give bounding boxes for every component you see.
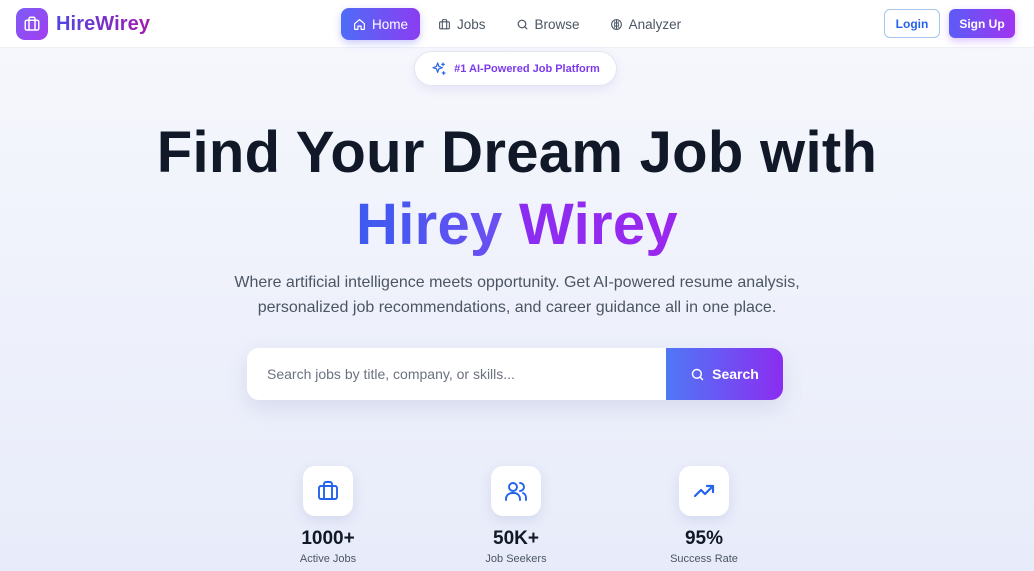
stat-label: Job Seekers [485,553,547,565]
brand-name: HireWirey [56,12,151,35]
nav-item-browse[interactable]: Browse [504,8,592,40]
briefcase-icon [16,8,48,40]
stat-success-rate: 95% Success Rate [634,466,774,565]
nav-item-jobs[interactable]: Jobs [426,8,498,40]
nav-item-home[interactable]: Home [341,8,421,40]
search-icon [517,19,527,29]
nav-item-label: Jobs [457,16,486,32]
brain-icon [610,18,622,30]
search-input[interactable] [247,348,666,400]
hero-subtitle-line-2: personalized job recommendations, and ca… [257,299,777,316]
platform-badge: #1 AI-Powered Job Platform [414,51,617,86]
stat-value: 50K+ [493,528,539,549]
hero-title-line-2: Hirey Wirey [0,190,1034,260]
navbar: HireWirey Home Jobs Browse Analyzer Logi… [0,0,1034,48]
job-search-bar: Search [247,348,783,400]
hero-brand-word-1: Hirey [356,192,503,257]
hero-title-line-1: Find Your Dream Job with [156,120,878,185]
nav-item-label: Browse [534,16,580,32]
brand-link[interactable]: HireWirey [16,8,150,40]
signup-button[interactable]: Sign Up [949,9,1015,38]
home-icon [354,18,365,30]
nav-item-label: Analyzer [628,16,682,32]
search-button-label: Search [712,366,759,382]
trending-up-icon [679,466,729,516]
stat-label: Success Rate [670,553,738,565]
users-icon [491,466,541,516]
briefcase-icon [303,466,353,516]
nav-item-analyzer[interactable]: Analyzer [598,8,694,40]
stat-value: 1000+ [301,528,355,549]
stat-label: Active Jobs [299,553,357,565]
login-button[interactable]: Login [884,9,940,38]
stat-value: 95% [684,528,724,549]
hero-brand-word-2: Wirey [519,192,678,257]
hero-subtitle-line-1: Where artificial intelligence meets oppo… [234,274,800,291]
stat-active-jobs: 1000+ Active Jobs [258,466,398,565]
search-icon [691,368,704,380]
sparkles-icon [432,61,446,75]
search-button[interactable]: Search [666,348,783,400]
stat-job-seekers: 50K+ Job Seekers [446,466,586,565]
main-nav: Home Jobs Browse Analyzer [341,8,699,40]
briefcase-icon [439,18,450,29]
nav-item-label: Home [372,16,409,32]
hero-subtitle: Where artificial intelligence meets oppo… [200,270,834,320]
badge-label: #1 AI-Powered Job Platform [454,62,600,75]
